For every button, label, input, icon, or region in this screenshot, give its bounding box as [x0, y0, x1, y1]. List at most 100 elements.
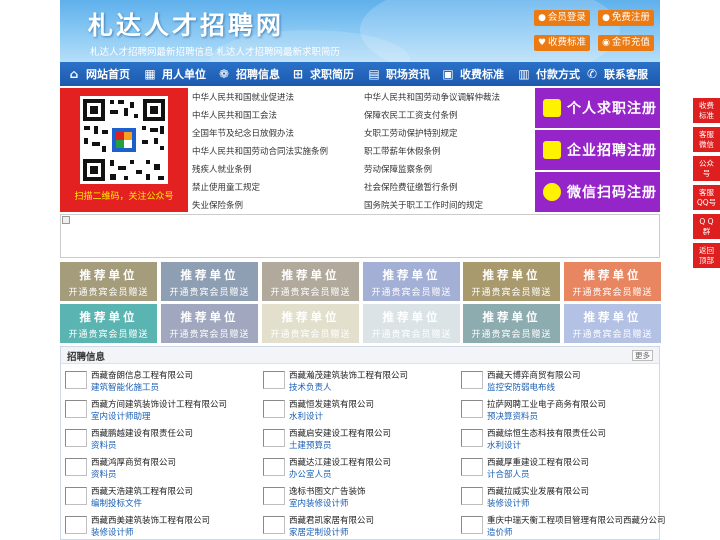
- company-name[interactable]: 西藏天浩建筑工程有限公司: [91, 485, 193, 497]
- company-name[interactable]: 西藏达江建设工程有限公司: [289, 456, 391, 468]
- company-name[interactable]: 拉萨网聘工业电子商务有限公司: [487, 398, 606, 410]
- job-position[interactable]: 监控安防弱电布线: [487, 381, 555, 393]
- recommend-tile[interactable]: 推荐单位 开通贵宾会员赠送: [463, 262, 560, 301]
- nav-home[interactable]: ⌂ 网站首页: [66, 62, 138, 86]
- company-logo[interactable]: [263, 487, 285, 505]
- nav-fees[interactable]: ▣ 收费标准: [440, 62, 516, 86]
- side-qqgroup-button[interactable]: Q Q 群: [693, 214, 720, 239]
- company-name[interactable]: 西藏综恒生态科技有限责任公司: [487, 427, 606, 439]
- side-qq-button[interactable]: 客服 QQ号: [693, 185, 720, 210]
- job-position[interactable]: 办公室人员: [289, 468, 332, 480]
- company-logo[interactable]: [263, 516, 285, 534]
- law-link[interactable]: 中华人民共和国就业促进法: [192, 91, 294, 103]
- job-position[interactable]: 室内设计师助理: [91, 410, 151, 422]
- company-name[interactable]: 逸标书图文广告装饰: [289, 485, 366, 497]
- job-position[interactable]: 资料员: [91, 468, 117, 480]
- law-link[interactable]: 国务院关于职工工作时间的规定: [364, 199, 483, 211]
- job-position[interactable]: 技术负责人: [289, 381, 332, 393]
- recommend-tile[interactable]: 推荐单位 开通贵宾会员赠送: [262, 262, 359, 301]
- banner-placeholder[interactable]: [60, 214, 660, 258]
- company-name[interactable]: 西藏鹏越建设有限责任公司: [91, 427, 193, 439]
- law-link[interactable]: 残疾人就业条例: [192, 163, 252, 175]
- law-link[interactable]: 中华人民共和国劳动争议调解仲裁法: [364, 91, 500, 103]
- company-name[interactable]: 西藏天博弈商贸有限公司: [487, 369, 581, 381]
- company-logo[interactable]: [461, 487, 483, 505]
- company-name[interactable]: 重庆中瑞天衡工程项目管理有限公司西藏分公司: [487, 514, 666, 526]
- register-button[interactable]: ● 免费注册: [598, 10, 654, 26]
- job-position[interactable]: 装修设计师: [487, 497, 530, 509]
- recommend-tile[interactable]: 推荐单位 开通贵宾会员赠送: [161, 262, 258, 301]
- recommend-tile[interactable]: 推荐单位 开通贵宾会员赠送: [60, 304, 157, 343]
- company-logo[interactable]: [65, 487, 87, 505]
- back-to-top-button[interactable]: 返回 顶部: [693, 243, 720, 268]
- law-link[interactable]: 中华人民共和国劳动合同法实施条例: [192, 145, 328, 157]
- law-link[interactable]: 失业保险条例: [192, 199, 243, 211]
- job-position[interactable]: 水利设计: [487, 439, 521, 451]
- company-name[interactable]: 西藏西美建筑装饰工程有限公司: [91, 514, 210, 526]
- company-logo[interactable]: [65, 371, 87, 389]
- side-mp-button[interactable]: 公众 号: [693, 156, 720, 181]
- job-position[interactable]: 造价师: [487, 526, 513, 538]
- company-logo[interactable]: [65, 516, 87, 534]
- company-logo[interactable]: [263, 429, 285, 447]
- side-wechat-button[interactable]: 客服 微信: [693, 127, 720, 152]
- company-name[interactable]: 西藏拉威实业发展有限公司: [487, 485, 589, 497]
- law-link[interactable]: 全国年节及纪念日放假办法: [192, 127, 294, 139]
- job-position[interactable]: 资料员: [91, 439, 117, 451]
- law-link[interactable]: 中华人民共和国工会法: [192, 109, 277, 121]
- company-logo[interactable]: [263, 458, 285, 476]
- job-position[interactable]: 家居定制设计师: [289, 526, 349, 538]
- more-link[interactable]: 更多: [632, 350, 653, 361]
- job-position[interactable]: 室内装修设计师: [289, 497, 349, 509]
- company-name[interactable]: 西藏启安建设工程有限公司: [289, 427, 391, 439]
- recommend-tile[interactable]: 推荐单位 开通贵宾会员赠送: [161, 304, 258, 343]
- recommend-tile[interactable]: 推荐单位 开通贵宾会员赠送: [564, 262, 661, 301]
- recommend-tile[interactable]: 推荐单位 开通贵宾会员赠送: [564, 304, 661, 343]
- company-name[interactable]: 西藏方间建筑装饰设计工程有限公司: [91, 398, 227, 410]
- law-link[interactable]: 职工带薪年休假条例: [364, 145, 441, 157]
- company-logo[interactable]: [461, 429, 483, 447]
- nav-news[interactable]: ▤ 职场资讯: [366, 62, 440, 86]
- recommend-tile[interactable]: 推荐单位 开通贵宾会员赠送: [363, 304, 460, 343]
- law-link[interactable]: 劳动保障监察条例: [364, 163, 432, 175]
- company-name[interactable]: 西藏厚重建设工程有限公司: [487, 456, 589, 468]
- company-logo[interactable]: [461, 400, 483, 418]
- law-link[interactable]: 社会保险费征缴暂行条例: [364, 181, 458, 193]
- company-logo[interactable]: [461, 516, 483, 534]
- company-logo[interactable]: [461, 458, 483, 476]
- company-name[interactable]: 西藏瀚茂建筑装饰工程有限公司: [289, 369, 408, 381]
- job-position[interactable]: 计合部人员: [487, 468, 530, 480]
- side-fee-button[interactable]: 收费 标准: [693, 98, 720, 123]
- nav-jobs[interactable]: ❁ 招聘信息: [216, 62, 290, 86]
- job-position[interactable]: 编制投标文件: [91, 497, 142, 509]
- personal-register-button[interactable]: 个人求职注册: [535, 88, 660, 128]
- login-button[interactable]: ● 会员登录: [534, 10, 590, 26]
- law-link[interactable]: 禁止使用童工规定: [192, 181, 260, 193]
- job-position[interactable]: 水利设计: [289, 410, 323, 422]
- company-logo[interactable]: [263, 400, 285, 418]
- recommend-tile[interactable]: 推荐单位 开通贵宾会员赠送: [463, 304, 560, 343]
- company-logo[interactable]: [461, 371, 483, 389]
- company-name[interactable]: 西藏鸿厚商贸有限公司: [91, 456, 176, 468]
- fee-standard-button[interactable]: ♥ 收费标准: [534, 35, 590, 51]
- nav-payment[interactable]: ▥ 付款方式: [516, 62, 584, 86]
- law-link[interactable]: 女职工劳动保护特别规定: [364, 127, 458, 139]
- wechat-register-button[interactable]: 微信扫码注册: [535, 172, 660, 212]
- job-position[interactable]: 土建预算员: [289, 439, 332, 451]
- job-position[interactable]: 装修设计师: [91, 526, 134, 538]
- nav-employers[interactable]: ▦ 用人单位: [142, 62, 216, 86]
- company-register-button[interactable]: 企业招聘注册: [535, 130, 660, 170]
- law-link[interactable]: 保障农民工工资支付条例: [364, 109, 458, 121]
- company-name[interactable]: 西藏恒发建筑有限公司: [289, 398, 374, 410]
- company-name[interactable]: 西藏君凯家居有限公司: [289, 514, 374, 526]
- recommend-tile[interactable]: 推荐单位 开通贵宾会员赠送: [363, 262, 460, 301]
- job-position[interactable]: 建筑智能化施工员: [91, 381, 159, 393]
- recharge-button[interactable]: ◉ 金币充值: [598, 35, 654, 51]
- company-logo[interactable]: [65, 400, 87, 418]
- recommend-tile[interactable]: 推荐单位 开通贵宾会员赠送: [262, 304, 359, 343]
- company-logo[interactable]: [263, 371, 285, 389]
- company-logo[interactable]: [65, 458, 87, 476]
- nav-resumes[interactable]: ⊞ 求职简历: [290, 62, 366, 86]
- nav-contact[interactable]: ✆ 联系客服: [584, 62, 658, 86]
- company-logo[interactable]: [65, 429, 87, 447]
